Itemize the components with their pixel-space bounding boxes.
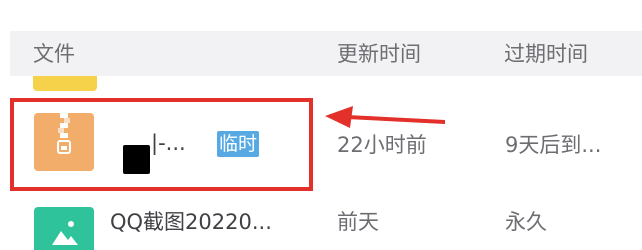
expiry-time: 9天后到... (505, 133, 602, 157)
updated-time: 前天 (337, 210, 379, 234)
updated-time: 22小时前 (337, 133, 427, 157)
file-name[interactable]: QQ截图20220... (110, 208, 272, 236)
expiry-time: 永久 (505, 210, 547, 234)
file-list-header: 文件 更新时间 过期时间 (10, 31, 642, 76)
pointer-arrow-icon (325, 106, 445, 128)
column-header-expiry[interactable]: 过期时间 (504, 40, 588, 68)
column-header-file[interactable]: 文件 (33, 40, 75, 68)
image-file-icon (34, 207, 94, 250)
column-header-updated[interactable]: 更新时间 (337, 40, 421, 68)
partial-file-icon (33, 76, 97, 91)
file-row[interactable]: QQ截图20220... 前天 永久 (10, 194, 642, 250)
highlight-box (10, 98, 313, 191)
